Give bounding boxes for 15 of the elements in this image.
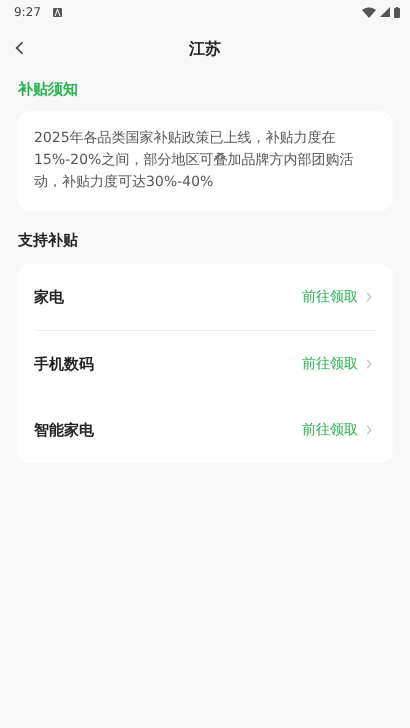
page-title: 江苏 <box>189 38 221 60</box>
list-item[interactable]: 家电 前往领取 <box>17 264 393 330</box>
section-title: 补贴须知 <box>16 80 79 99</box>
wifi-icon <box>362 6 376 18</box>
notification-icon <box>52 8 62 16</box>
list-item[interactable]: 手机数码 前往领取 <box>17 331 393 397</box>
list-item[interactable]: 智能家电 前往领取 <box>17 397 393 463</box>
battery-icon <box>394 6 400 18</box>
signal-icon <box>380 7 390 17</box>
notice-text: 2025年各品类国家补贴政策已上线，补贴力度在15%-20%之间，部分地区可叠加品牌方内部团购活动，补贴力度可达30%-40% <box>33 129 354 192</box>
section-title: 支持补贴 <box>17 231 79 250</box>
status-time: 9:27 <box>14 5 41 19</box>
item-label: 智能家电 <box>34 420 94 440</box>
item-label: 家电 <box>34 288 64 306</box>
item-label: 手机数码 <box>34 354 94 374</box>
